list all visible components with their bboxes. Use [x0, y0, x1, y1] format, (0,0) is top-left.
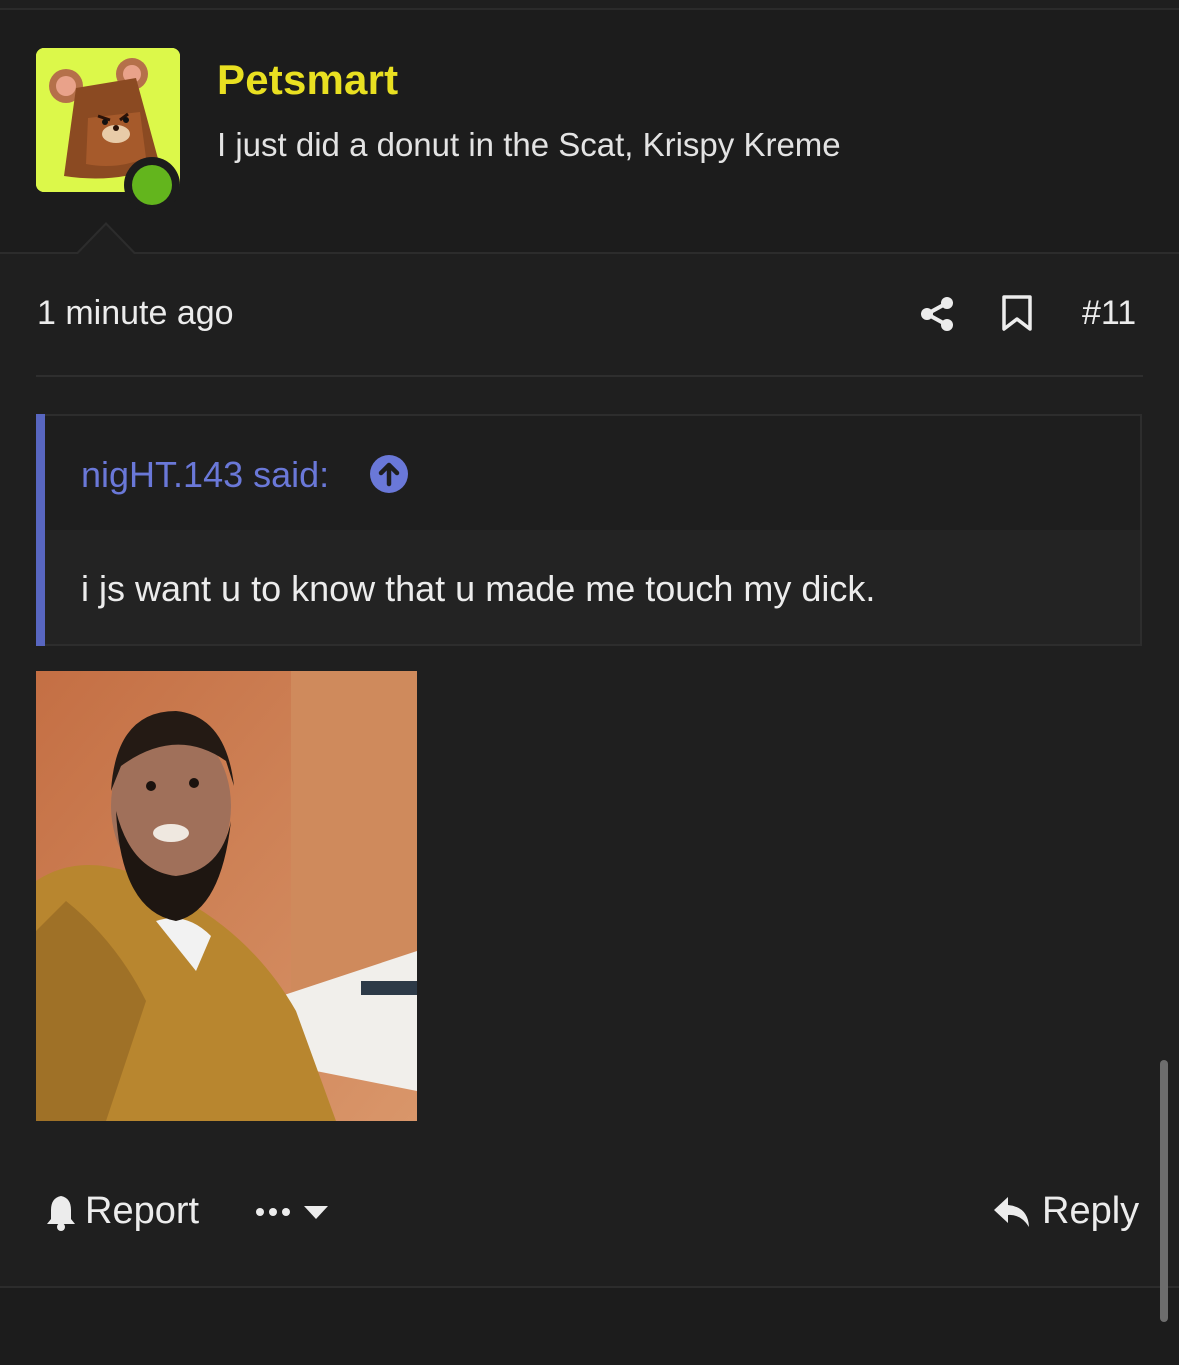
reply-arrow-icon[interactable]: [993, 1195, 1031, 1229]
username[interactable]: Petsmart: [217, 56, 398, 104]
more-options-button[interactable]: [254, 1196, 334, 1228]
user-title: I just did a donut in the Scat, Krispy K…: [217, 126, 841, 163]
reply-button[interactable]: Reply: [1042, 1190, 1139, 1233]
report-button[interactable]: Report: [85, 1190, 199, 1233]
post-timestamp[interactable]: 1 minute ago: [37, 294, 234, 333]
quote-text: i js want u to know that u made me touch…: [81, 568, 876, 609]
post-footer-area: [0, 1288, 1179, 1365]
caret-down-icon: [304, 1206, 328, 1219]
scrollbar-thumb[interactable]: [1160, 1060, 1168, 1322]
online-status-indicator: [124, 157, 180, 213]
post-page: Petsmart I just did a donut in the Scat,…: [0, 0, 1179, 1365]
share-icon[interactable]: [918, 295, 956, 333]
quote-author[interactable]: nigHT.143 said:: [81, 454, 329, 496]
ellipsis-icon: [256, 1208, 290, 1216]
arrow-up-circle-icon[interactable]: [370, 455, 408, 493]
post-number-link[interactable]: #11: [1082, 294, 1136, 333]
bell-icon[interactable]: [45, 1193, 77, 1231]
post-image[interactable]: [36, 671, 417, 1121]
reaction-gif-image: [36, 671, 417, 1121]
divider: [36, 375, 1143, 377]
quote-accent-bar: [36, 414, 45, 646]
divider: [0, 252, 1179, 254]
bookmark-icon[interactable]: [1000, 294, 1034, 332]
